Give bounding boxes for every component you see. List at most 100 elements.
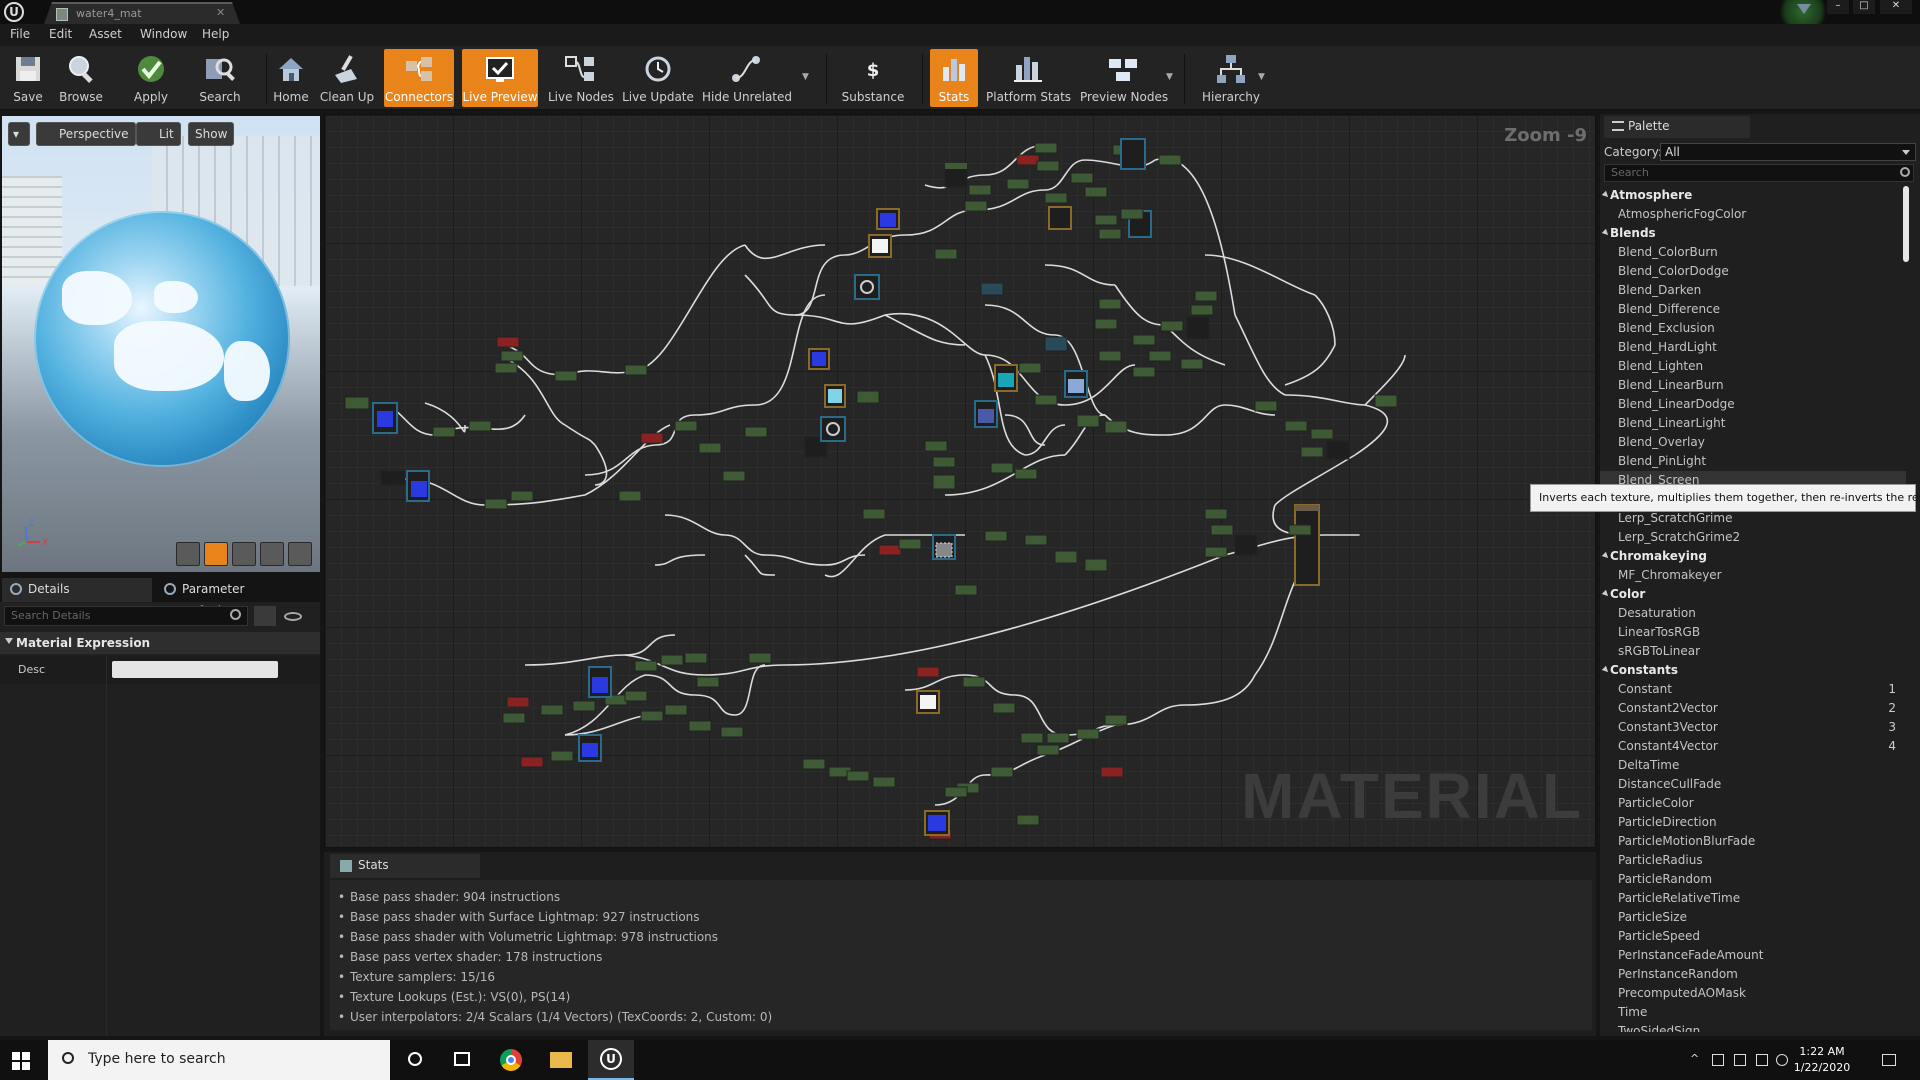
palette-category[interactable]: Atmosphere [1600, 186, 1906, 205]
palette-item[interactable]: Blend_Overlay [1600, 433, 1906, 452]
palette-category[interactable]: Chromakeying [1600, 547, 1906, 566]
task-view-icon[interactable] [440, 1040, 486, 1080]
hide-unrelated-button[interactable]: Hide Unrelated [702, 49, 792, 107]
palette-item[interactable]: DeltaTime [1600, 756, 1906, 775]
platform-stats-button[interactable]: Platform Stats [986, 49, 1071, 107]
palette-item[interactable]: Constant3Vector 3 [1600, 718, 1906, 737]
desc-input[interactable] [112, 661, 278, 678]
lit-button[interactable]: Lit [136, 122, 181, 146]
palette-item[interactable]: PrecomputedAOMask [1600, 984, 1906, 1003]
palette-item[interactable]: Blend_Darken [1600, 281, 1906, 300]
palette-category[interactable]: Color [1600, 585, 1906, 604]
category-select[interactable]: All [1660, 143, 1916, 161]
palette-item[interactable]: Constant 1 [1600, 680, 1906, 699]
palette-item[interactable]: sRGBToLinear [1600, 642, 1906, 661]
live-nodes-button[interactable]: Live Nodes [548, 49, 614, 107]
palette-item[interactable]: MF_Chromakeyer [1600, 566, 1906, 585]
menu-file[interactable]: File [10, 27, 30, 41]
windows-start-icon[interactable] [12, 1052, 30, 1070]
search-button[interactable]: Search [196, 49, 244, 107]
palette-item[interactable]: Blend_PinLight [1600, 452, 1906, 471]
palette-item[interactable]: LinearTosRGB [1600, 623, 1906, 642]
stats-button[interactable]: Stats [930, 49, 978, 107]
palette-category[interactable]: Blends [1600, 224, 1906, 243]
palette-item[interactable]: DistanceCullFade [1600, 775, 1906, 794]
save-button[interactable]: Save [6, 49, 50, 107]
minimize-button[interactable]: – [1827, 0, 1849, 14]
maximize-button[interactable]: □ [1853, 0, 1875, 14]
live-preview-button[interactable]: Live Preview [462, 49, 538, 107]
palette-item[interactable]: ParticleColor [1600, 794, 1906, 813]
custom-mesh-preview-button[interactable] [288, 542, 312, 566]
palette-item[interactable]: ParticleSpeed [1600, 927, 1906, 946]
tray-app-icon[interactable] [1712, 1054, 1724, 1066]
palette-item[interactable]: PerInstanceRandom [1600, 965, 1906, 984]
palette-item[interactable]: Blend_ColorDodge [1600, 262, 1906, 281]
menu-help[interactable]: Help [202, 27, 229, 41]
home-button[interactable]: Home [272, 49, 310, 107]
clean-up-button[interactable]: Clean Up [318, 49, 376, 107]
tray-chevron-up-icon[interactable]: ^ [1690, 1052, 1702, 1065]
live-update-button[interactable]: Live Update [622, 49, 694, 107]
unreal-logo-icon[interactable]: U [4, 2, 24, 22]
material-expression-section[interactable]: Material Expression [0, 632, 320, 654]
substance-button[interactable]: $ Substance [838, 49, 908, 107]
palette-item[interactable]: Blend_ColorBurn [1600, 243, 1906, 262]
palette-category[interactable]: Constants [1600, 661, 1906, 680]
palette-item[interactable]: Blend_Difference [1600, 300, 1906, 319]
taskbar-search-box[interactable]: Type here to search [48, 1040, 390, 1080]
file-explorer-icon[interactable] [538, 1040, 584, 1080]
palette-item[interactable]: Blend_LinearDodge [1600, 395, 1906, 414]
palette-search-input[interactable]: Search [1604, 164, 1914, 182]
material-graph-canvas[interactable]: Zoom -9 MATERIAL [324, 114, 1596, 848]
unreal-engine-icon[interactable]: U [588, 1040, 634, 1080]
taskbar-clock[interactable]: 1:22 AM 1/22/2020 [1792, 1044, 1852, 1076]
tab-parameter-defaults[interactable]: Parameter Defaults [156, 578, 298, 618]
palette-item[interactable]: PerInstanceFadeAmount [1600, 946, 1906, 965]
palette-scrollbar[interactable] [1903, 186, 1909, 262]
palette-item[interactable]: Blend_LinearLight [1600, 414, 1906, 433]
apply-button[interactable]: Apply [128, 49, 174, 107]
tab-details[interactable]: Details [2, 578, 152, 602]
palette-item[interactable]: ParticleSize [1600, 908, 1906, 927]
cylinder-preview-button[interactable] [176, 542, 200, 566]
palette-item[interactable]: Blend_Exclusion [1600, 319, 1906, 338]
palette-item[interactable]: Constant4Vector 4 [1600, 737, 1906, 756]
document-tab[interactable]: water4_mat ✕ [44, 2, 240, 24]
show-button[interactable]: Show [188, 122, 235, 146]
graph-nodes[interactable] [344, 138, 1398, 840]
preview-nodes-dropdown-icon[interactable]: ▼ [1166, 72, 1173, 82]
network-icon[interactable] [1756, 1054, 1768, 1066]
palette-item[interactable]: Lerp_ScratchGrime2 [1600, 528, 1906, 547]
palette-item[interactable]: ParticleDirection [1600, 813, 1906, 832]
cortana-icon[interactable] [392, 1040, 438, 1080]
menu-asset[interactable]: Asset [89, 27, 122, 41]
sphere-preview-button[interactable] [204, 542, 228, 566]
palette-item[interactable]: ParticleMotionBlurFade [1600, 832, 1906, 851]
eye-icon[interactable] [284, 612, 302, 621]
hierarchy-dropdown-icon[interactable]: ▼ [1258, 72, 1265, 82]
perspective-button[interactable]: Perspective [36, 122, 136, 146]
chrome-icon[interactable] [488, 1040, 534, 1080]
palette-item[interactable]: TwoSidedSign [1600, 1022, 1906, 1032]
preview-nodes-button[interactable]: Preview Nodes [1080, 49, 1168, 107]
view-options-button[interactable] [254, 606, 276, 626]
palette-item[interactable]: ParticleRandom [1600, 870, 1906, 889]
notification-center-icon[interactable] [1882, 1054, 1896, 1066]
palette-item[interactable]: ParticleRadius [1600, 851, 1906, 870]
palette-item[interactable]: Blend_HardLight [1600, 338, 1906, 357]
palette-item[interactable]: Blend_LinearBurn [1600, 376, 1906, 395]
palette-item[interactable]: AtmosphericFogColor [1600, 205, 1906, 224]
palette-item[interactable]: Desaturation [1600, 604, 1906, 623]
material-preview-viewport[interactable]: ▾ Perspective Lit Show X Z [2, 116, 320, 572]
viewport-menu-button[interactable]: ▾ [8, 122, 30, 146]
palette-item[interactable]: ParticleRelativeTime [1600, 889, 1906, 908]
close-button[interactable]: ✕ [1880, 0, 1912, 14]
palette-item[interactable]: Blend_Lighten [1600, 357, 1906, 376]
hide-unrelated-dropdown-icon[interactable]: ▼ [802, 72, 809, 82]
palette-item[interactable]: Constant2Vector 2 [1600, 699, 1906, 718]
tab-palette[interactable]: Palette [1604, 116, 1750, 138]
plane-preview-button[interactable] [232, 542, 256, 566]
details-search-input[interactable]: Search Details [4, 606, 248, 626]
wifi-icon[interactable] [1776, 1054, 1788, 1066]
